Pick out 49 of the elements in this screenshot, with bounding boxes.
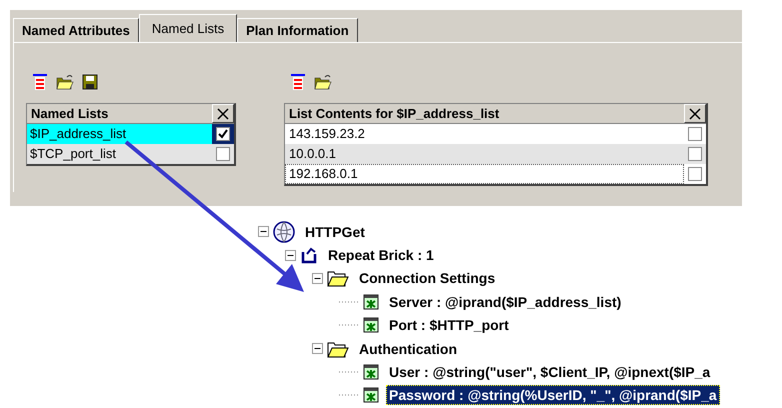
checkbox[interactable] xyxy=(688,147,702,161)
clear-button[interactable] xyxy=(212,104,234,123)
collapse-icon[interactable] xyxy=(312,343,323,354)
collapse-icon[interactable] xyxy=(312,272,323,284)
tree-item[interactable]: Password : @string(%UserID, "_", @iprand($IP_a xyxy=(386,385,720,406)
collapse-icon[interactable] xyxy=(285,250,296,261)
save-icon[interactable] xyxy=(82,74,98,90)
checkbox[interactable] xyxy=(216,127,230,141)
tree-item[interactable]: User : @string("user", $Client_IP, @ipnext($IP_a xyxy=(386,362,714,382)
tree-connector xyxy=(339,324,359,326)
folder-open-icon xyxy=(327,340,349,358)
brick-icon xyxy=(363,387,379,404)
tab[interactable]: Named Attributes xyxy=(13,18,139,42)
folder-open-icon xyxy=(327,269,349,288)
column-header: List Contents for $IP_address_list xyxy=(288,106,500,121)
list-icon[interactable] xyxy=(32,74,48,90)
brick-icon xyxy=(363,364,379,380)
column-header: Named Lists xyxy=(30,106,110,121)
list-value[interactable]: 192.168.0.1 xyxy=(285,164,684,184)
tree-item[interactable]: Connection Settings xyxy=(356,268,498,288)
tree-item[interactable]: Port : $HTTP_port xyxy=(386,315,512,336)
list-icon[interactable] xyxy=(290,74,306,90)
checkbox[interactable] xyxy=(688,127,702,141)
folder-open-icon[interactable] xyxy=(56,74,74,90)
list-row[interactable]: $TCP_port_list xyxy=(27,144,234,164)
list-name: $TCP_port_list xyxy=(29,145,117,163)
checkbox[interactable] xyxy=(688,167,702,181)
tree-item[interactable]: HTTPGet xyxy=(302,222,368,242)
tree-connector xyxy=(339,300,359,303)
collapse-icon[interactable] xyxy=(258,226,269,238)
close-icon xyxy=(689,108,701,120)
list-name: $IP_address_list xyxy=(29,125,128,143)
list-value[interactable]: 143.159.23.2 xyxy=(285,124,684,144)
tree-item[interactable]: Authentication xyxy=(356,338,460,359)
tree-connector xyxy=(339,371,359,374)
tab[interactable]: Plan Information xyxy=(237,18,358,42)
tab[interactable]: Named Lists xyxy=(138,14,238,42)
repeat-icon xyxy=(300,246,318,264)
brick-icon xyxy=(363,317,379,334)
tree-connector xyxy=(339,394,359,396)
list-row[interactable]: $IP_address_list xyxy=(27,124,234,144)
tree-item[interactable]: Server : @iprand($IP_address_list) xyxy=(386,292,624,312)
close-icon xyxy=(217,108,229,120)
checkbox[interactable] xyxy=(216,147,230,161)
tree-item[interactable]: Repeat Brick : 1 xyxy=(325,245,437,266)
folder-open-icon[interactable] xyxy=(314,74,332,90)
brick-icon xyxy=(363,294,379,310)
globe-icon xyxy=(273,220,295,243)
clear-button[interactable] xyxy=(684,104,706,123)
